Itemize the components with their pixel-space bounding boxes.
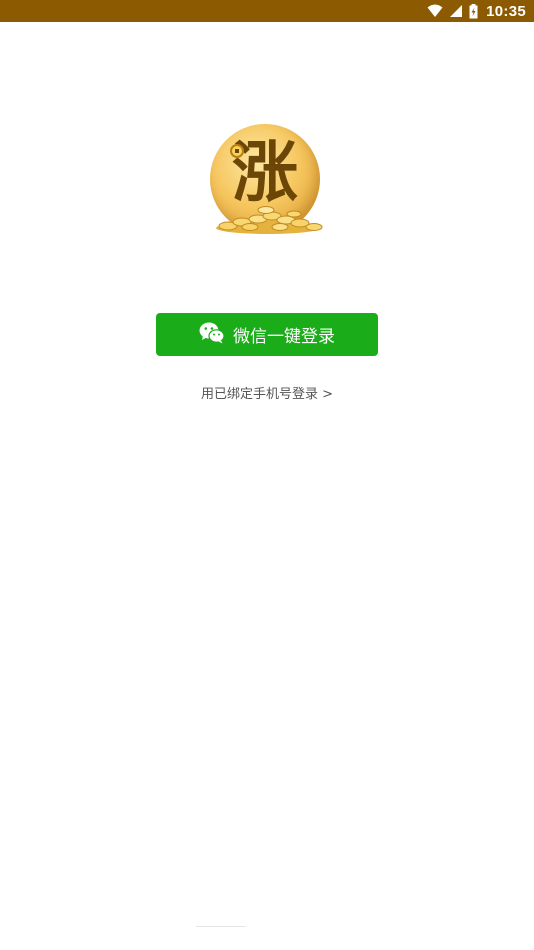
cell-signal-icon bbox=[449, 4, 463, 18]
battery-icon bbox=[469, 3, 478, 19]
coin-pile-icon bbox=[216, 206, 323, 234]
wechat-login-button[interactable]: 微信一键登录 bbox=[156, 313, 378, 356]
status-bar: 10:35 bbox=[0, 0, 534, 22]
phone-login-link[interactable]: 用已绑定手机号登录 > bbox=[0, 383, 534, 402]
wifi-icon bbox=[427, 4, 443, 18]
app-logo: 涨 bbox=[206, 120, 328, 240]
coin-gem-icon bbox=[230, 144, 244, 158]
login-screen: 10:35 涨 微信一键登录 用已绑定手机号登录 > bbox=[0, 0, 534, 950]
status-time: 10:35 bbox=[486, 2, 526, 20]
wechat-icon bbox=[199, 322, 225, 348]
bottom-divider bbox=[196, 926, 246, 927]
wechat-login-label: 微信一键登录 bbox=[233, 327, 335, 347]
